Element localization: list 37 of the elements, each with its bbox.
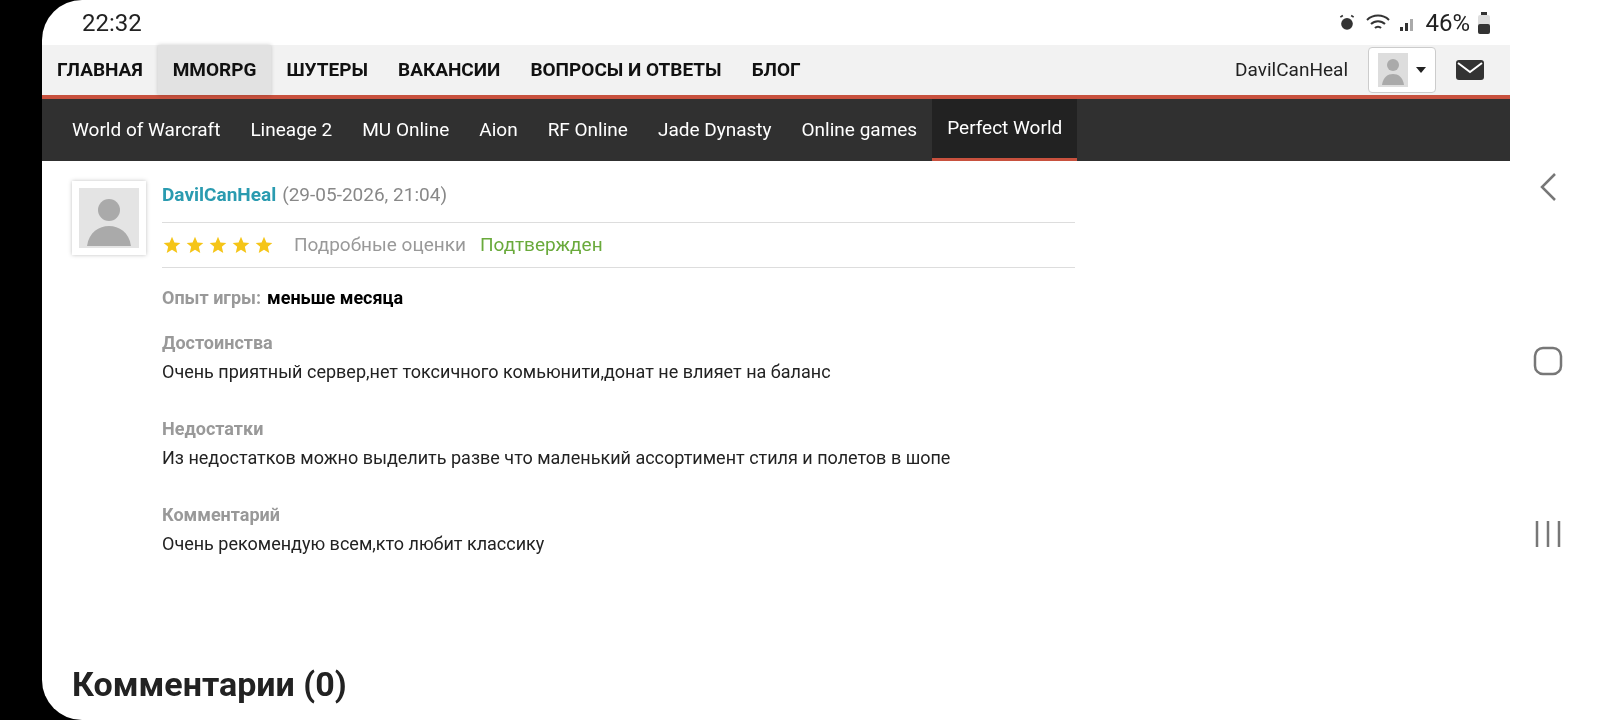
section-title: Достоинства xyxy=(162,331,274,355)
caret-icon xyxy=(1416,67,1426,73)
section-title: Недостатки xyxy=(162,417,265,441)
clock-time: 22:32 xyxy=(82,7,142,39)
avatar-dropdown[interactable] xyxy=(1368,47,1436,93)
username-link[interactable]: DavilCanHeal xyxy=(1235,55,1348,85)
nav-tab[interactable]: БЛОГ xyxy=(736,45,816,95)
experience-value: меньше месяца xyxy=(267,286,404,310)
game-tab[interactable]: MU Online xyxy=(347,99,465,161)
game-tab[interactable]: RF Online xyxy=(532,99,643,161)
game-tab[interactable]: Aion xyxy=(464,99,533,161)
back-icon[interactable] xyxy=(1539,172,1557,202)
section-title: Комментарий xyxy=(162,503,281,527)
comments-heading: Комментарии (0) xyxy=(71,663,348,706)
game-tab[interactable]: World of Warcraft xyxy=(57,99,236,161)
game-tab[interactable]: Online games xyxy=(786,99,933,161)
section-text: Из недостатков можно выделить разве что маленький ассортимент стиля и полетов в шопе xyxy=(162,446,952,470)
game-tab[interactable]: Perfect World xyxy=(932,99,1078,161)
battery-percent: 46% xyxy=(1425,7,1470,39)
nav-tab[interactable]: ВАКАНСИИ xyxy=(383,45,516,95)
verified-status: Подтвержден xyxy=(479,231,603,258)
recents-icon[interactable] xyxy=(1534,520,1562,548)
game-tab[interactable]: Lineage 2 xyxy=(235,99,348,161)
section-text: Очень рекомендую всем,кто любит классику xyxy=(162,532,546,556)
section-text: Очень приятный сервер,нет токсичного комьюнити,донат не влияет на баланс xyxy=(162,360,832,384)
user-silhouette-icon xyxy=(1378,53,1408,87)
battery-icon xyxy=(1478,11,1490,34)
experience-label: Опыт игры: xyxy=(162,286,262,310)
nav-tab[interactable]: ВОПРОСЫ И ОТВЕТЫ xyxy=(515,45,737,95)
nav-tab[interactable]: MMORPG xyxy=(157,45,272,95)
nav-tab[interactable]: ШУТЕРЫ xyxy=(271,45,383,95)
mail-icon[interactable] xyxy=(1456,60,1484,80)
home-icon[interactable] xyxy=(1533,346,1563,376)
user-silhouette-icon xyxy=(79,188,139,248)
nav-tab[interactable]: ГЛАВНАЯ xyxy=(42,45,158,95)
review-date: (29-05-2026, 21:04) xyxy=(282,182,447,208)
game-tab[interactable]: Jade Dynasty xyxy=(642,99,787,161)
